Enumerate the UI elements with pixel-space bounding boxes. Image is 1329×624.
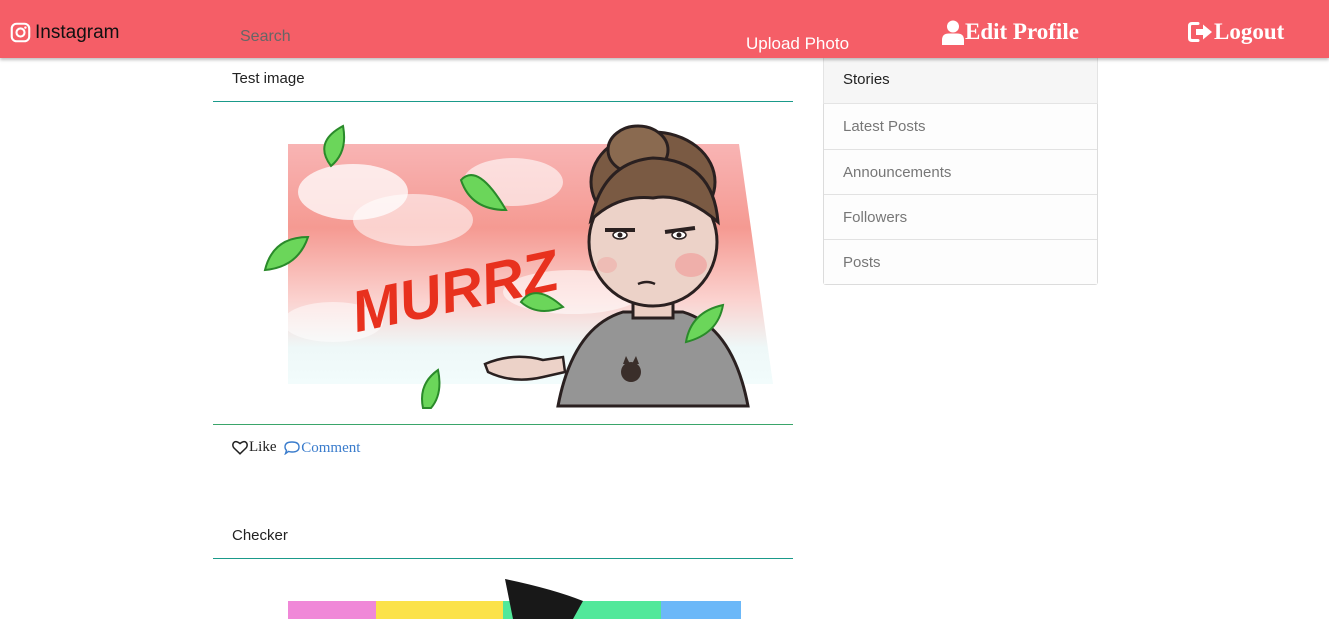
sign-out-icon [1188,22,1212,42]
top-navbar: Instagram Upload Photo Edit Profile Logo… [0,0,1329,58]
heart-icon [232,440,248,455]
logout-label: Logout [1214,19,1285,44]
sidebar-header: Stories [823,58,1098,104]
sidebar-item-followers[interactable]: Followers [824,194,1097,239]
like-label: Like [249,439,277,455]
edit-profile-link[interactable]: Edit Profile [942,19,1079,45]
sidebar-item-latest-posts[interactable]: Latest Posts [824,104,1097,149]
post-actions: Like Comment [213,424,793,474]
sidebar-item-posts[interactable]: Posts [824,239,1097,284]
brand-link[interactable]: Instagram [10,22,119,43]
like-button[interactable]: Like [232,439,277,456]
brand-label: Instagram [35,22,120,43]
sidebar-item-announcements[interactable]: Announcements [824,149,1097,194]
comment-icon [284,441,300,455]
edit-profile-label: Edit Profile [965,19,1079,44]
search-input[interactable] [240,26,460,48]
post-card: Test image MURRZ Like Comment [213,58,793,474]
sidebar-list: Latest Posts Announcements Followers Pos… [823,104,1098,285]
post-title: Test image [213,58,793,102]
stories-sidebar: Stories Latest Posts Announcements Follo… [823,58,1098,285]
instagram-icon [10,22,31,43]
logout-link[interactable]: Logout [1188,19,1284,45]
post-card: Checker [213,515,793,619]
post-title: Checker [213,515,793,559]
post-image: MURRZ [213,102,793,424]
comment-label: Comment [301,439,361,456]
comment-button[interactable]: Comment [284,440,360,457]
upload-photo-link[interactable]: Upload Photo [746,34,849,54]
user-icon [942,20,964,45]
post-image [213,559,793,619]
